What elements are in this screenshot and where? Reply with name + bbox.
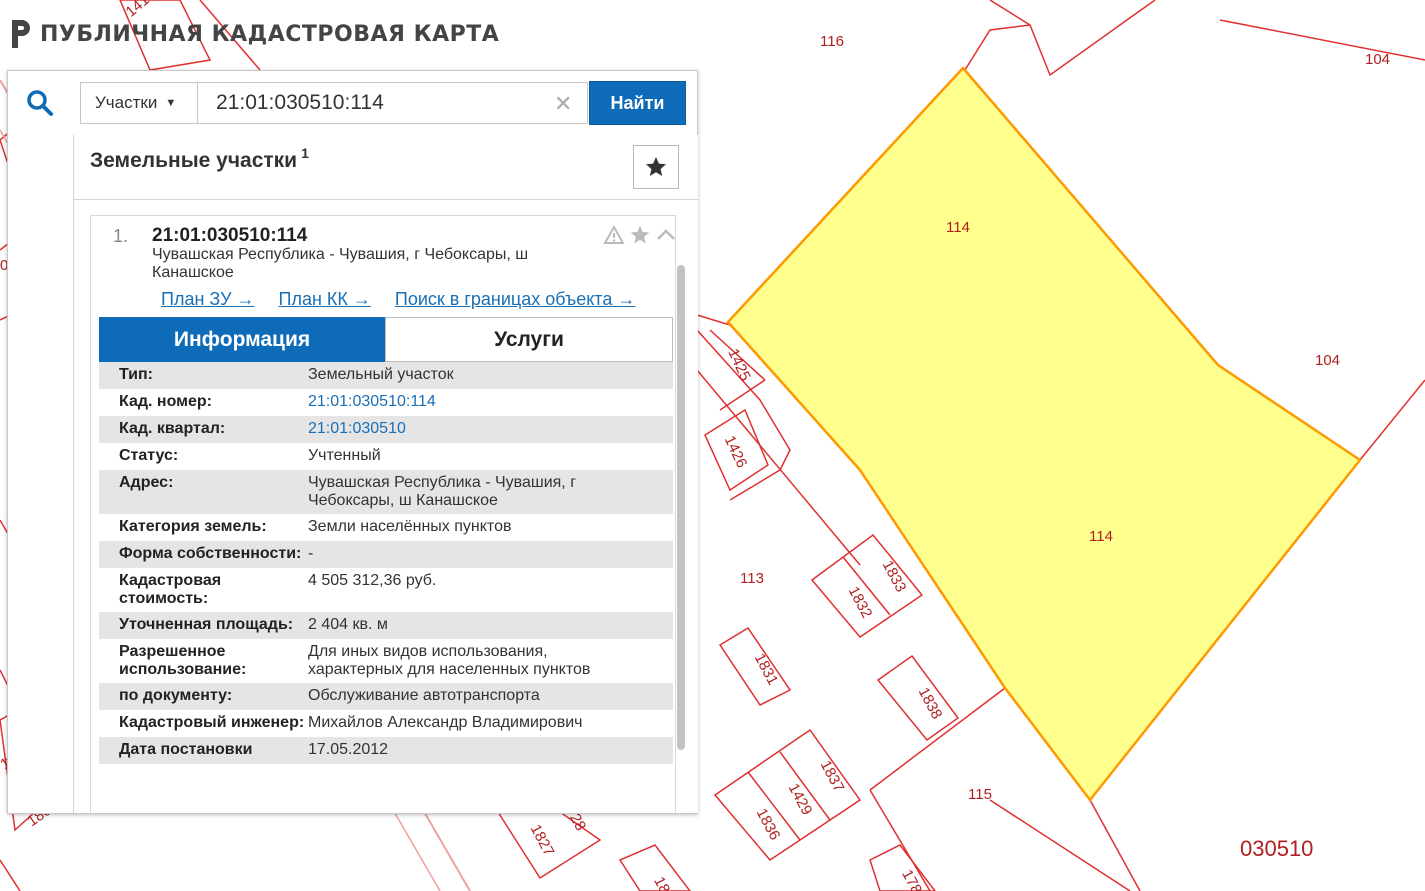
info-row: Адрес: Чувашская Республика - Чувашия, г… — [99, 470, 673, 514]
info-row: Форма собственности: - — [99, 541, 673, 568]
map-label: 1426 — [721, 433, 751, 470]
find-button[interactable]: Найти — [589, 81, 686, 125]
results-header: Земельные участки 1 — [74, 135, 698, 200]
info-value: Земельный участок — [308, 366, 454, 383]
tab-services[interactable]: Услуги — [385, 317, 673, 362]
rosreestr-logo-icon — [12, 20, 30, 48]
info-row: Кадастровый инженер: Михайлов Александр … — [99, 710, 673, 737]
info-value: 2 404 кв. м — [308, 616, 388, 633]
result-tabs: Информация Услуги — [99, 317, 673, 362]
info-key: Разрешенное использование: — [119, 643, 247, 678]
info-key: Категория земель: — [119, 518, 267, 535]
chevron-down-icon: ▼ — [165, 97, 177, 109]
results-title: Земельные участки 1 — [90, 145, 309, 173]
search-type-dropdown[interactable]: Участки ▼ — [80, 82, 198, 124]
info-row: Дата постановки 17.05.2012 — [99, 737, 673, 764]
info-key: Кадастровая стоимость: — [119, 572, 222, 607]
quarter-label: 030510 — [1240, 836, 1313, 861]
info-row: Статус: Учтенный — [99, 443, 673, 470]
info-row: Разрешенное использование: Для иных видо… — [99, 639, 673, 683]
info-key: по документу: — [119, 687, 233, 704]
result-index: 1. — [113, 226, 129, 246]
info-row: Кад. квартал: 21:01:030510 — [99, 416, 673, 443]
search-bar: Участки ▼ ✕ Найти — [8, 71, 697, 135]
info-row: Уточненная площадь: 2 404 кв. м — [99, 612, 673, 639]
map-label: 1831 — [751, 651, 782, 688]
map-label: 104 — [1315, 352, 1340, 369]
map-label: 114 — [946, 219, 970, 236]
card-actions — [603, 224, 676, 246]
favorites-button[interactable] — [633, 145, 679, 189]
info-value: Обслуживание автотранспорта — [308, 687, 540, 704]
info-row: по документу: Обслуживание автотранспорт… — [99, 683, 673, 710]
info-table: Тип: Земельный участок Кад. номер: 21:01… — [99, 362, 673, 764]
star-icon — [646, 157, 666, 176]
info-key: Кадастровый инженер: — [119, 714, 305, 731]
map-label: 1429 — [785, 781, 816, 818]
info-value: Чувашская Республика - Чувашия, г Чебокс… — [308, 474, 577, 509]
info-key: Кад. квартал: — [119, 420, 226, 437]
app-title: ПУБЛИЧНАЯ КАДАСТРОВАЯ КАРТА — [40, 21, 500, 47]
search-icon[interactable] — [26, 89, 54, 117]
object-links: План ЗУ → План КК → Поиск в границах объ… — [161, 289, 635, 310]
search-panel: Участки ▼ ✕ Найти Земельные участки1 1. … — [7, 70, 698, 814]
cad-quarter-link[interactable]: 21:01:030510 — [308, 420, 638, 439]
search-in-bounds-link[interactable]: Поиск в границах объекта → — [395, 289, 635, 310]
info-row: Кад. номер: 21:01:030510:114 — [99, 389, 673, 416]
app-header: ПУБЛИЧНАЯ КАДАСТРОВАЯ КАРТА — [8, 16, 499, 52]
map-label: 178 — [898, 867, 925, 891]
results-title-text: Земельные участки — [90, 149, 298, 172]
map-label: 116 — [820, 33, 844, 50]
clear-icon[interactable]: ✕ — [554, 91, 572, 117]
info-value: 4 505 312,36 руб. — [308, 572, 437, 589]
info-key: Форма собственности: — [119, 545, 302, 562]
map-label: 104 — [1365, 51, 1390, 68]
info-value: Учтенный — [308, 447, 381, 464]
results-count: 1 — [301, 145, 309, 161]
info-key: Уточненная площадь: — [119, 616, 294, 633]
cad-number-link[interactable]: 21:01:030510:114 — [308, 393, 638, 412]
info-row: Категория земель: Земли населённых пункт… — [99, 514, 673, 541]
info-value: Земли населённых пунктов — [308, 518, 512, 535]
map-label: 113 — [740, 570, 764, 587]
warning-icon[interactable] — [603, 225, 625, 245]
info-key: Кад. номер: — [119, 393, 212, 410]
info-value: - — [308, 545, 314, 562]
result-cad-number[interactable]: 21:01:030510:114 — [152, 225, 307, 247]
info-row: Тип: Земельный участок — [99, 362, 673, 389]
map-label: 1832 — [845, 584, 876, 621]
map-label: 1833 — [879, 558, 910, 595]
info-key: Статус: — [119, 447, 179, 464]
info-value: Для иных видов использования, характерны… — [308, 643, 591, 678]
map-label: 1837 — [817, 758, 848, 795]
tab-information[interactable]: Информация — [99, 317, 385, 362]
search-input[interactable] — [198, 82, 588, 124]
results-scrollbar[interactable] — [677, 265, 685, 750]
selected-parcel-114[interactable] — [726, 66, 1362, 803]
info-value: Михайлов Александр Владимирович — [308, 714, 583, 731]
info-value: 17.05.2012 — [308, 741, 389, 758]
info-key: Адрес: — [119, 474, 174, 491]
plan-zu-link[interactable]: План ЗУ → — [161, 289, 255, 310]
result-address: Чувашская Республика - Чувашия, г Чебокс… — [152, 246, 529, 281]
info-key: Дата постановки — [119, 741, 253, 758]
result-card[interactable]: 1. 21:01:030510:114 Чувашская Республика… — [90, 215, 676, 814]
results-pane: Земельные участки 1 1. 21:01:030510:114 Ч… — [73, 135, 698, 814]
info-key: Тип: — [119, 366, 153, 383]
map-label: 18 — [650, 874, 673, 891]
star-icon[interactable] — [629, 224, 651, 246]
map-label: 115 — [968, 786, 992, 803]
chevron-up-icon[interactable] — [655, 225, 676, 245]
search-type-label: Участки — [95, 93, 158, 112]
map-label: 1838 — [915, 685, 946, 722]
map-label: 114 — [1089, 528, 1113, 545]
info-row: Кадастровая стоимость: 4 505 312,36 руб. — [99, 568, 673, 612]
map-label: 1827 — [527, 822, 558, 859]
plan-kk-link[interactable]: План КК → — [279, 289, 371, 310]
